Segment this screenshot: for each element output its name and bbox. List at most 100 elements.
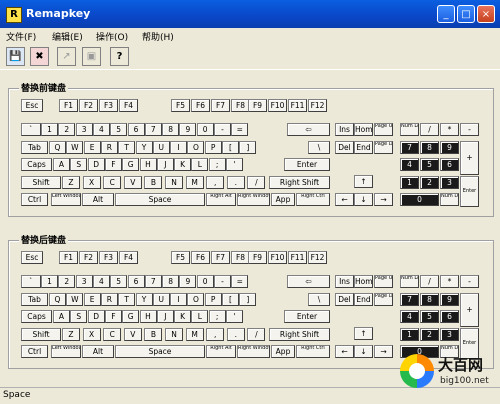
key-f11[interactable]: F11	[288, 251, 307, 264]
key-esc[interactable]: Esc	[21, 99, 43, 112]
key-c[interactable]: C	[103, 176, 122, 189]
key-sym[interactable]: +	[460, 141, 479, 175]
key-sym[interactable]: ]	[239, 141, 257, 154]
key-3[interactable]: 3	[75, 275, 93, 288]
key-k[interactable]: K	[174, 310, 192, 323]
key-end[interactable]: End	[354, 293, 373, 306]
key-m[interactable]: M	[185, 328, 204, 341]
key-w[interactable]: W	[66, 293, 84, 306]
key-q[interactable]: Q	[49, 141, 66, 154]
menu-edit[interactable]: 编辑(E)	[52, 30, 83, 43]
key-f1[interactable]: F1	[59, 251, 78, 264]
menu-action[interactable]: 操作(O)	[96, 30, 128, 43]
key-9[interactable]: 9	[179, 123, 197, 136]
key-7[interactable]: 7	[144, 123, 162, 136]
key-f10[interactable]: F10	[268, 99, 287, 112]
key-f6[interactable]: F6	[191, 251, 210, 264]
key-m[interactable]: M	[185, 176, 204, 189]
key-h[interactable]: H	[139, 158, 157, 171]
key-sym[interactable]: ;	[208, 158, 226, 171]
key-f5[interactable]: F5	[171, 251, 190, 264]
key-sym[interactable]: '	[226, 158, 243, 171]
key-sym[interactable]: →	[374, 345, 393, 358]
key-x[interactable]: X	[82, 328, 101, 341]
key-sym[interactable]: ←	[335, 193, 354, 206]
key-sym[interactable]: ↓	[354, 193, 373, 206]
key-b[interactable]: B	[144, 328, 163, 341]
key-sym[interactable]: ,	[206, 176, 225, 189]
key-sym[interactable]: ,	[206, 328, 225, 341]
key-alt[interactable]: Alt	[82, 345, 114, 358]
key-f2[interactable]: F2	[79, 251, 98, 264]
key-s[interactable]: S	[70, 310, 88, 323]
key-sym[interactable]: .	[226, 176, 245, 189]
key-z[interactable]: Z	[62, 176, 80, 189]
key-alt[interactable]: Alt	[82, 193, 114, 206]
key-9[interactable]: 9	[440, 293, 459, 306]
key-sym[interactable]: -	[214, 275, 231, 288]
key-sym[interactable]: .	[226, 328, 245, 341]
key-ins[interactable]: Ins	[335, 123, 354, 136]
close-button[interactable]: ×	[477, 5, 495, 23]
key-e[interactable]: E	[83, 141, 101, 154]
save-icon[interactable]: 💾	[6, 47, 25, 66]
key-q[interactable]: Q	[49, 293, 66, 306]
key-f10[interactable]: F10	[268, 251, 287, 264]
key-o[interactable]: O	[187, 141, 205, 154]
maximize-button[interactable]: □	[457, 5, 475, 23]
remap-icon[interactable]: ↗	[57, 47, 76, 66]
key-b[interactable]: B	[144, 176, 163, 189]
key-app[interactable]: App	[271, 345, 295, 358]
key-z[interactable]: Z	[62, 328, 80, 341]
key-r[interactable]: R	[100, 293, 118, 306]
key-2[interactable]: 2	[58, 275, 76, 288]
key-sym[interactable]: =	[231, 275, 249, 288]
key-v[interactable]: V	[123, 176, 142, 189]
key-d[interactable]: D	[87, 158, 105, 171]
key-page-up[interactable]: Page Up	[374, 275, 393, 288]
key-f2[interactable]: F2	[79, 99, 98, 112]
key-esc[interactable]: Esc	[21, 251, 43, 264]
key-1[interactable]: 1	[400, 176, 419, 189]
key-a[interactable]: A	[53, 310, 70, 323]
key-end[interactable]: End	[354, 141, 373, 154]
key-ins[interactable]: Ins	[335, 275, 354, 288]
key-3[interactable]: 3	[75, 123, 93, 136]
key-e[interactable]: E	[83, 293, 101, 306]
key-3[interactable]: 3	[440, 328, 459, 341]
key-sym[interactable]: *	[440, 275, 459, 288]
key-sym[interactable]: '	[226, 310, 243, 323]
key-f6[interactable]: F6	[191, 99, 210, 112]
minimize-button[interactable]: _	[437, 5, 455, 23]
key-space[interactable]: Space	[115, 345, 205, 358]
key-n[interactable]: N	[165, 328, 183, 341]
key-right-ctrl[interactable]: Right Ctrl	[296, 345, 330, 358]
key-8[interactable]: 8	[162, 123, 180, 136]
key-h[interactable]: H	[139, 310, 157, 323]
key-4[interactable]: 4	[92, 275, 110, 288]
key-sym[interactable]: ⇦	[287, 275, 330, 288]
key-2[interactable]: 2	[420, 176, 439, 189]
key-f9[interactable]: F9	[248, 251, 267, 264]
key-sym[interactable]: ↑	[354, 175, 373, 188]
key-f12[interactable]: F12	[308, 251, 327, 264]
key-sym[interactable]: `	[21, 275, 41, 288]
key-0[interactable]: 0	[400, 193, 439, 206]
key-4[interactable]: 4	[92, 123, 110, 136]
key-w[interactable]: W	[66, 141, 84, 154]
key-space[interactable]: Space	[115, 193, 205, 206]
menu-file[interactable]: 文件(F)	[6, 30, 36, 43]
key-shift[interactable]: Shift	[21, 328, 61, 341]
key-f7[interactable]: F7	[211, 99, 230, 112]
key-f[interactable]: F	[104, 310, 122, 323]
key-right-shift[interactable]: Right Shift	[269, 328, 330, 341]
key-0[interactable]: 0	[196, 123, 214, 136]
key-l[interactable]: L	[191, 158, 209, 171]
key-5[interactable]: 5	[110, 123, 128, 136]
key-p[interactable]: P	[204, 141, 222, 154]
key-num-lock[interactable]: Num Lock	[400, 123, 419, 136]
key-ctrl[interactable]: Ctrl	[21, 193, 48, 206]
key-sym[interactable]: \	[308, 141, 330, 154]
key-u[interactable]: U	[152, 293, 170, 306]
key-f[interactable]: F	[104, 158, 122, 171]
